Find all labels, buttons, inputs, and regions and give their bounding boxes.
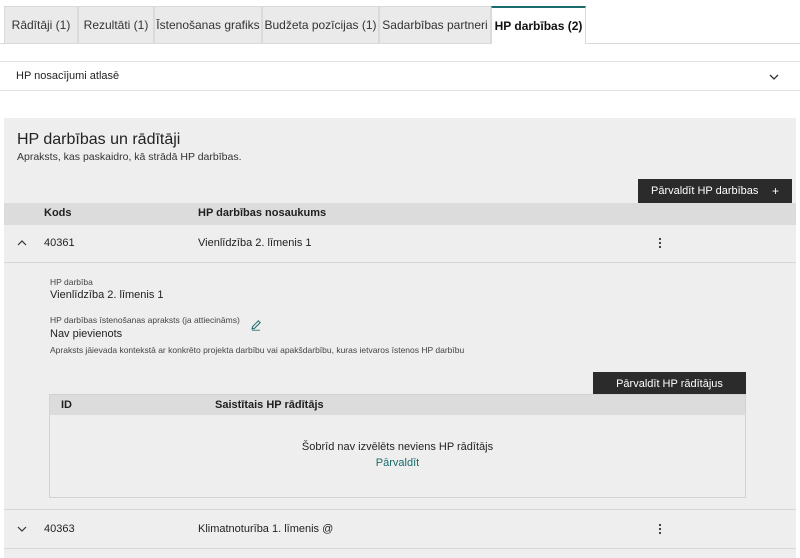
indicators-table: ID Saistītais HP rādītājs Šobrīd nav izv… [49, 394, 746, 498]
row-name: Klimatnoturība 1. līmenis @ [198, 523, 334, 535]
tab-hp-darbibas[interactable]: HP darbības (2) [491, 6, 586, 44]
action-label: HP darbība [50, 277, 93, 287]
implementation-hint: Apraksts jāievada kontekstā ar konkrēto … [50, 345, 465, 355]
pencil-icon[interactable] [250, 319, 262, 331]
action-value: Vienlīdzība 2. līmenis 1 [50, 289, 164, 301]
implementation-value: Nav pievienots [50, 328, 123, 340]
more-options-icon[interactable] [656, 522, 664, 536]
tab-raditaji[interactable]: Rādītāji (1) [4, 6, 78, 43]
tab-budzeta-pozicijas[interactable]: Budžeta pozīcijas (1) [262, 6, 379, 43]
tab-bar: Rādītāji (1) Rezultāti (1) Īstenošanas g… [0, 0, 800, 44]
hp-conditions-accordion[interactable]: HP nosacījumi atlasē [0, 61, 800, 91]
column-header-linked-indicator: Saistītais HP rādītājs [215, 399, 324, 411]
indicators-table-header: ID Saistītais HP rādītājs [50, 395, 745, 415]
section-description: Apraksts, kas paskaidro, kā strādā HP da… [17, 151, 242, 163]
row-name: Vienlīdzība 2. līmenis 1 [198, 237, 312, 249]
table-header: Kods HP darbības nosaukums [4, 203, 796, 225]
column-header-code: Kods [44, 207, 72, 219]
chevron-down-icon[interactable] [767, 70, 781, 84]
tab-rezultati[interactable]: Rezultāti (1) [78, 6, 154, 43]
accordion-label: HP nosacījumi atlasē [16, 70, 120, 82]
row-code: 40361 [44, 237, 75, 249]
manage-hp-actions-button[interactable]: Pārvaldīt HP darbības + [638, 179, 792, 203]
manage-indicators-link[interactable]: Pārvaldīt [50, 457, 745, 469]
chevron-up-icon[interactable] [16, 237, 28, 249]
row-detail: HP darbība Vienlīdzība 2. līmenis 1 HP d… [4, 264, 796, 510]
chevron-down-icon[interactable] [16, 523, 28, 535]
tab-istenosanas-grafiks[interactable]: Īstenošanas grafiks [154, 6, 262, 43]
hp-actions-panel: HP darbības un rādītāji Apraksts, kas pa… [4, 118, 796, 558]
manage-hp-actions-label: Pārvaldīt HP darbības [651, 185, 759, 197]
more-options-icon[interactable] [656, 236, 664, 250]
row-code: 40363 [44, 523, 75, 535]
column-header-name: HP darbības nosaukums [198, 207, 327, 219]
empty-state-message: Šobrīd nav izvēlēts neviens HP rādītājs [301, 441, 494, 453]
plus-icon: + [771, 184, 779, 198]
tab-sadarbibas-partneri[interactable]: Sadarbības partneri [379, 6, 491, 43]
section-title: HP darbības un rādītāji [17, 131, 181, 148]
table-row[interactable]: 40361 Vienlīdzība 2. līmenis 1 [4, 225, 796, 263]
implementation-label: HP darbības īstenošanas apraksts (ja att… [50, 315, 240, 325]
manage-hp-indicators-button[interactable]: Pārvaldīt HP rādītājus [593, 372, 746, 396]
table-row[interactable]: 40363 Klimatnoturība 1. līmenis @ [4, 511, 796, 549]
column-header-id: ID [61, 399, 72, 411]
